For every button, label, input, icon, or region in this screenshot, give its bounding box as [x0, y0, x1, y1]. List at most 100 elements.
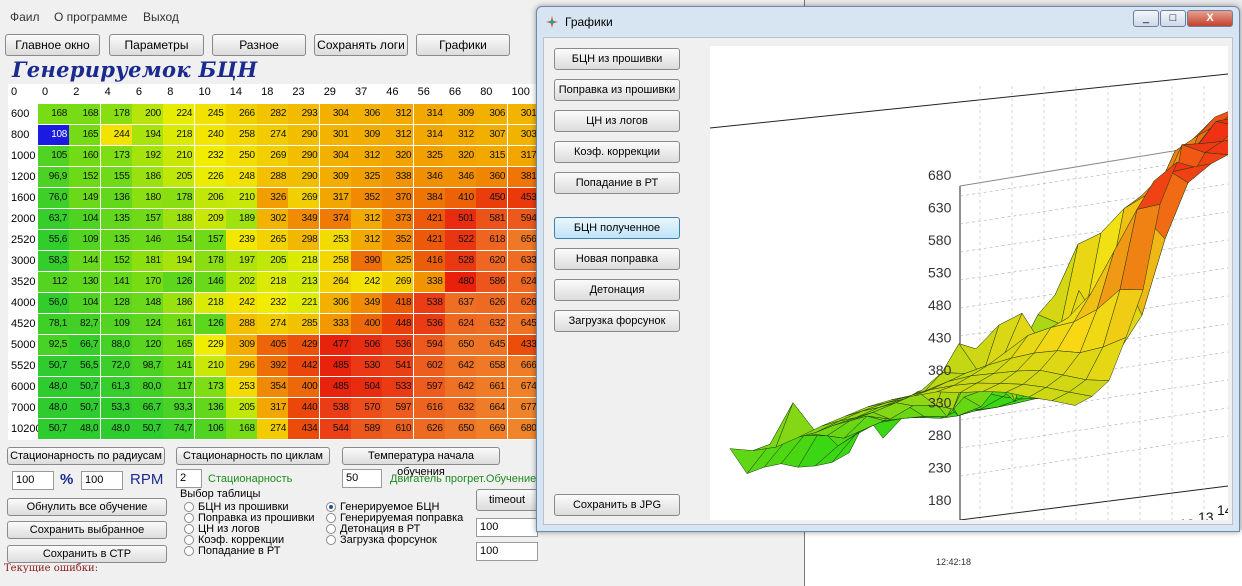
table-cell[interactable]: 642 — [444, 377, 476, 397]
table-cell[interactable]: 188 — [163, 209, 195, 229]
save-jpg-button[interactable]: Сохранить в JPG — [554, 494, 680, 516]
table-cell[interactable]: 165 — [69, 125, 101, 145]
table-cell[interactable]: 88,0 — [100, 335, 132, 355]
table-cell[interactable]: 253 — [319, 230, 351, 250]
table-cell[interactable]: 338 — [413, 272, 445, 292]
table-cell[interactable]: 374 — [319, 209, 351, 229]
table-cell[interactable]: 480 — [444, 272, 476, 292]
table-cell[interactable]: 309 — [351, 125, 382, 145]
table-cell[interactable]: 352 — [382, 230, 414, 250]
table-cell[interactable]: 205 — [163, 167, 195, 187]
table-cell[interactable]: 309 — [225, 335, 257, 355]
table-cell[interactable]: 530 — [351, 356, 382, 376]
table-cell[interactable]: 522 — [444, 230, 476, 250]
pct-from-input[interactable]: 100 — [12, 471, 54, 490]
stationarity-radius-button[interactable]: Стационарность по радиусам — [7, 447, 165, 465]
table-cell[interactable]: 650 — [444, 419, 476, 439]
graph-type-button[interactable]: БЦН полученное — [554, 217, 680, 239]
table-cell[interactable]: 210 — [194, 356, 226, 376]
table-cell[interactable]: 245 — [194, 104, 226, 124]
table-cell[interactable]: 152 — [100, 251, 132, 271]
table-cell[interactable]: 168 — [38, 104, 69, 124]
table-cell[interactable]: 658 — [476, 356, 508, 376]
table-cell[interactable]: 258 — [225, 125, 257, 145]
table-cell[interactable]: 429 — [288, 335, 320, 355]
table-cell[interactable]: 610 — [382, 419, 414, 439]
table-cell[interactable]: 620 — [476, 251, 508, 271]
table-cell[interactable]: 538 — [319, 398, 351, 418]
table-cell[interactable]: 109 — [100, 314, 132, 334]
table-cell[interactable]: 405 — [257, 335, 289, 355]
table-cell[interactable]: 303 — [507, 125, 538, 145]
table-cell[interactable]: 314 — [413, 125, 445, 145]
table-cell[interactable]: 78,1 — [38, 314, 69, 334]
table-cell[interactable]: 265 — [257, 230, 289, 250]
table-cell[interactable]: 55,6 — [38, 230, 69, 250]
table-cell[interactable]: 180 — [131, 188, 163, 208]
table-cell[interactable]: 240 — [194, 125, 226, 145]
timeout-button[interactable]: timeout — [476, 489, 538, 511]
table-cell[interactable]: 338 — [382, 167, 414, 187]
table-cell[interactable]: 669 — [476, 419, 508, 439]
table-cell[interactable]: 210 — [163, 146, 195, 166]
table-cell[interactable]: 320 — [382, 146, 414, 166]
table-cell[interactable]: 477 — [319, 335, 351, 355]
table-cell[interactable]: 536 — [382, 335, 414, 355]
table-cell[interactable]: 186 — [131, 167, 163, 187]
table-cell[interactable]: 325 — [382, 251, 414, 271]
stationarity-cycles-button[interactable]: Стационарность по циклам — [176, 447, 330, 465]
table-cell[interactable]: 205 — [225, 398, 257, 418]
table-cell[interactable]: 317 — [507, 146, 538, 166]
minimize-button[interactable]: _ — [1133, 10, 1159, 27]
graphs-button[interactable]: Графики — [416, 34, 510, 56]
table-cell[interactable]: 312 — [351, 230, 382, 250]
table-cell[interactable]: 149 — [69, 188, 101, 208]
table-cell[interactable]: 50,7 — [69, 398, 101, 418]
table-cell[interactable]: 108 — [38, 125, 69, 145]
table-radio-label[interactable]: Загрузка форсунок — [340, 535, 437, 546]
table-radio[interactable] — [326, 513, 336, 523]
table-cell[interactable]: 192 — [131, 146, 163, 166]
table-cell[interactable]: 74,7 — [163, 419, 195, 439]
table-cell[interactable]: 253 — [225, 377, 257, 397]
table-cell[interactable]: 250 — [225, 146, 257, 166]
table-cell[interactable]: 290 — [288, 167, 320, 187]
table-cell[interactable]: 370 — [382, 188, 414, 208]
table-cell[interactable]: 602 — [413, 356, 445, 376]
table-cell[interactable]: 533 — [382, 377, 414, 397]
table-cell[interactable]: 136 — [194, 398, 226, 418]
table-cell[interactable]: 128 — [100, 293, 132, 313]
table-cell[interactable]: 642 — [444, 356, 476, 376]
table-radio[interactable] — [326, 502, 336, 512]
table-cell[interactable]: 224 — [163, 104, 195, 124]
parameters-button[interactable]: Параметры — [109, 34, 204, 56]
timeout-input-a[interactable]: 100 — [476, 518, 538, 537]
table-cell[interactable]: 418 — [382, 293, 414, 313]
table-cell[interactable]: 373 — [382, 209, 414, 229]
save-ctp-button[interactable]: Сохранить в СТР — [7, 545, 167, 563]
table-cell[interactable]: 274 — [257, 419, 289, 439]
table-cell[interactable]: 61,3 — [100, 377, 132, 397]
table-radio[interactable] — [326, 535, 336, 545]
table-cell[interactable]: 536 — [413, 314, 445, 334]
table-cell[interactable]: 66,7 — [131, 398, 163, 418]
table-cell[interactable]: 186 — [163, 293, 195, 313]
table-cell[interactable]: 317 — [257, 398, 289, 418]
table-cell[interactable]: 285 — [288, 314, 320, 334]
table-cell[interactable]: 109 — [69, 230, 101, 250]
table-cell[interactable]: 326 — [257, 188, 289, 208]
table-cell[interactable]: 392 — [257, 356, 289, 376]
table-cell[interactable]: 485 — [319, 356, 351, 376]
table-cell[interactable]: 144 — [69, 251, 101, 271]
table-cell[interactable]: 141 — [163, 356, 195, 376]
table-cell[interactable]: 541 — [382, 356, 414, 376]
table-cell[interactable]: 416 — [413, 251, 445, 271]
table-cell[interactable]: 442 — [288, 356, 320, 376]
table-cell[interactable]: 304 — [319, 146, 351, 166]
table-cell[interactable]: 637 — [444, 293, 476, 313]
table-cell[interactable]: 677 — [507, 398, 538, 418]
table-cell[interactable]: 232 — [257, 293, 289, 313]
table-cell[interactable]: 440 — [288, 398, 320, 418]
table-cell[interactable]: 124 — [131, 314, 163, 334]
table-cell[interactable]: 269 — [257, 146, 289, 166]
